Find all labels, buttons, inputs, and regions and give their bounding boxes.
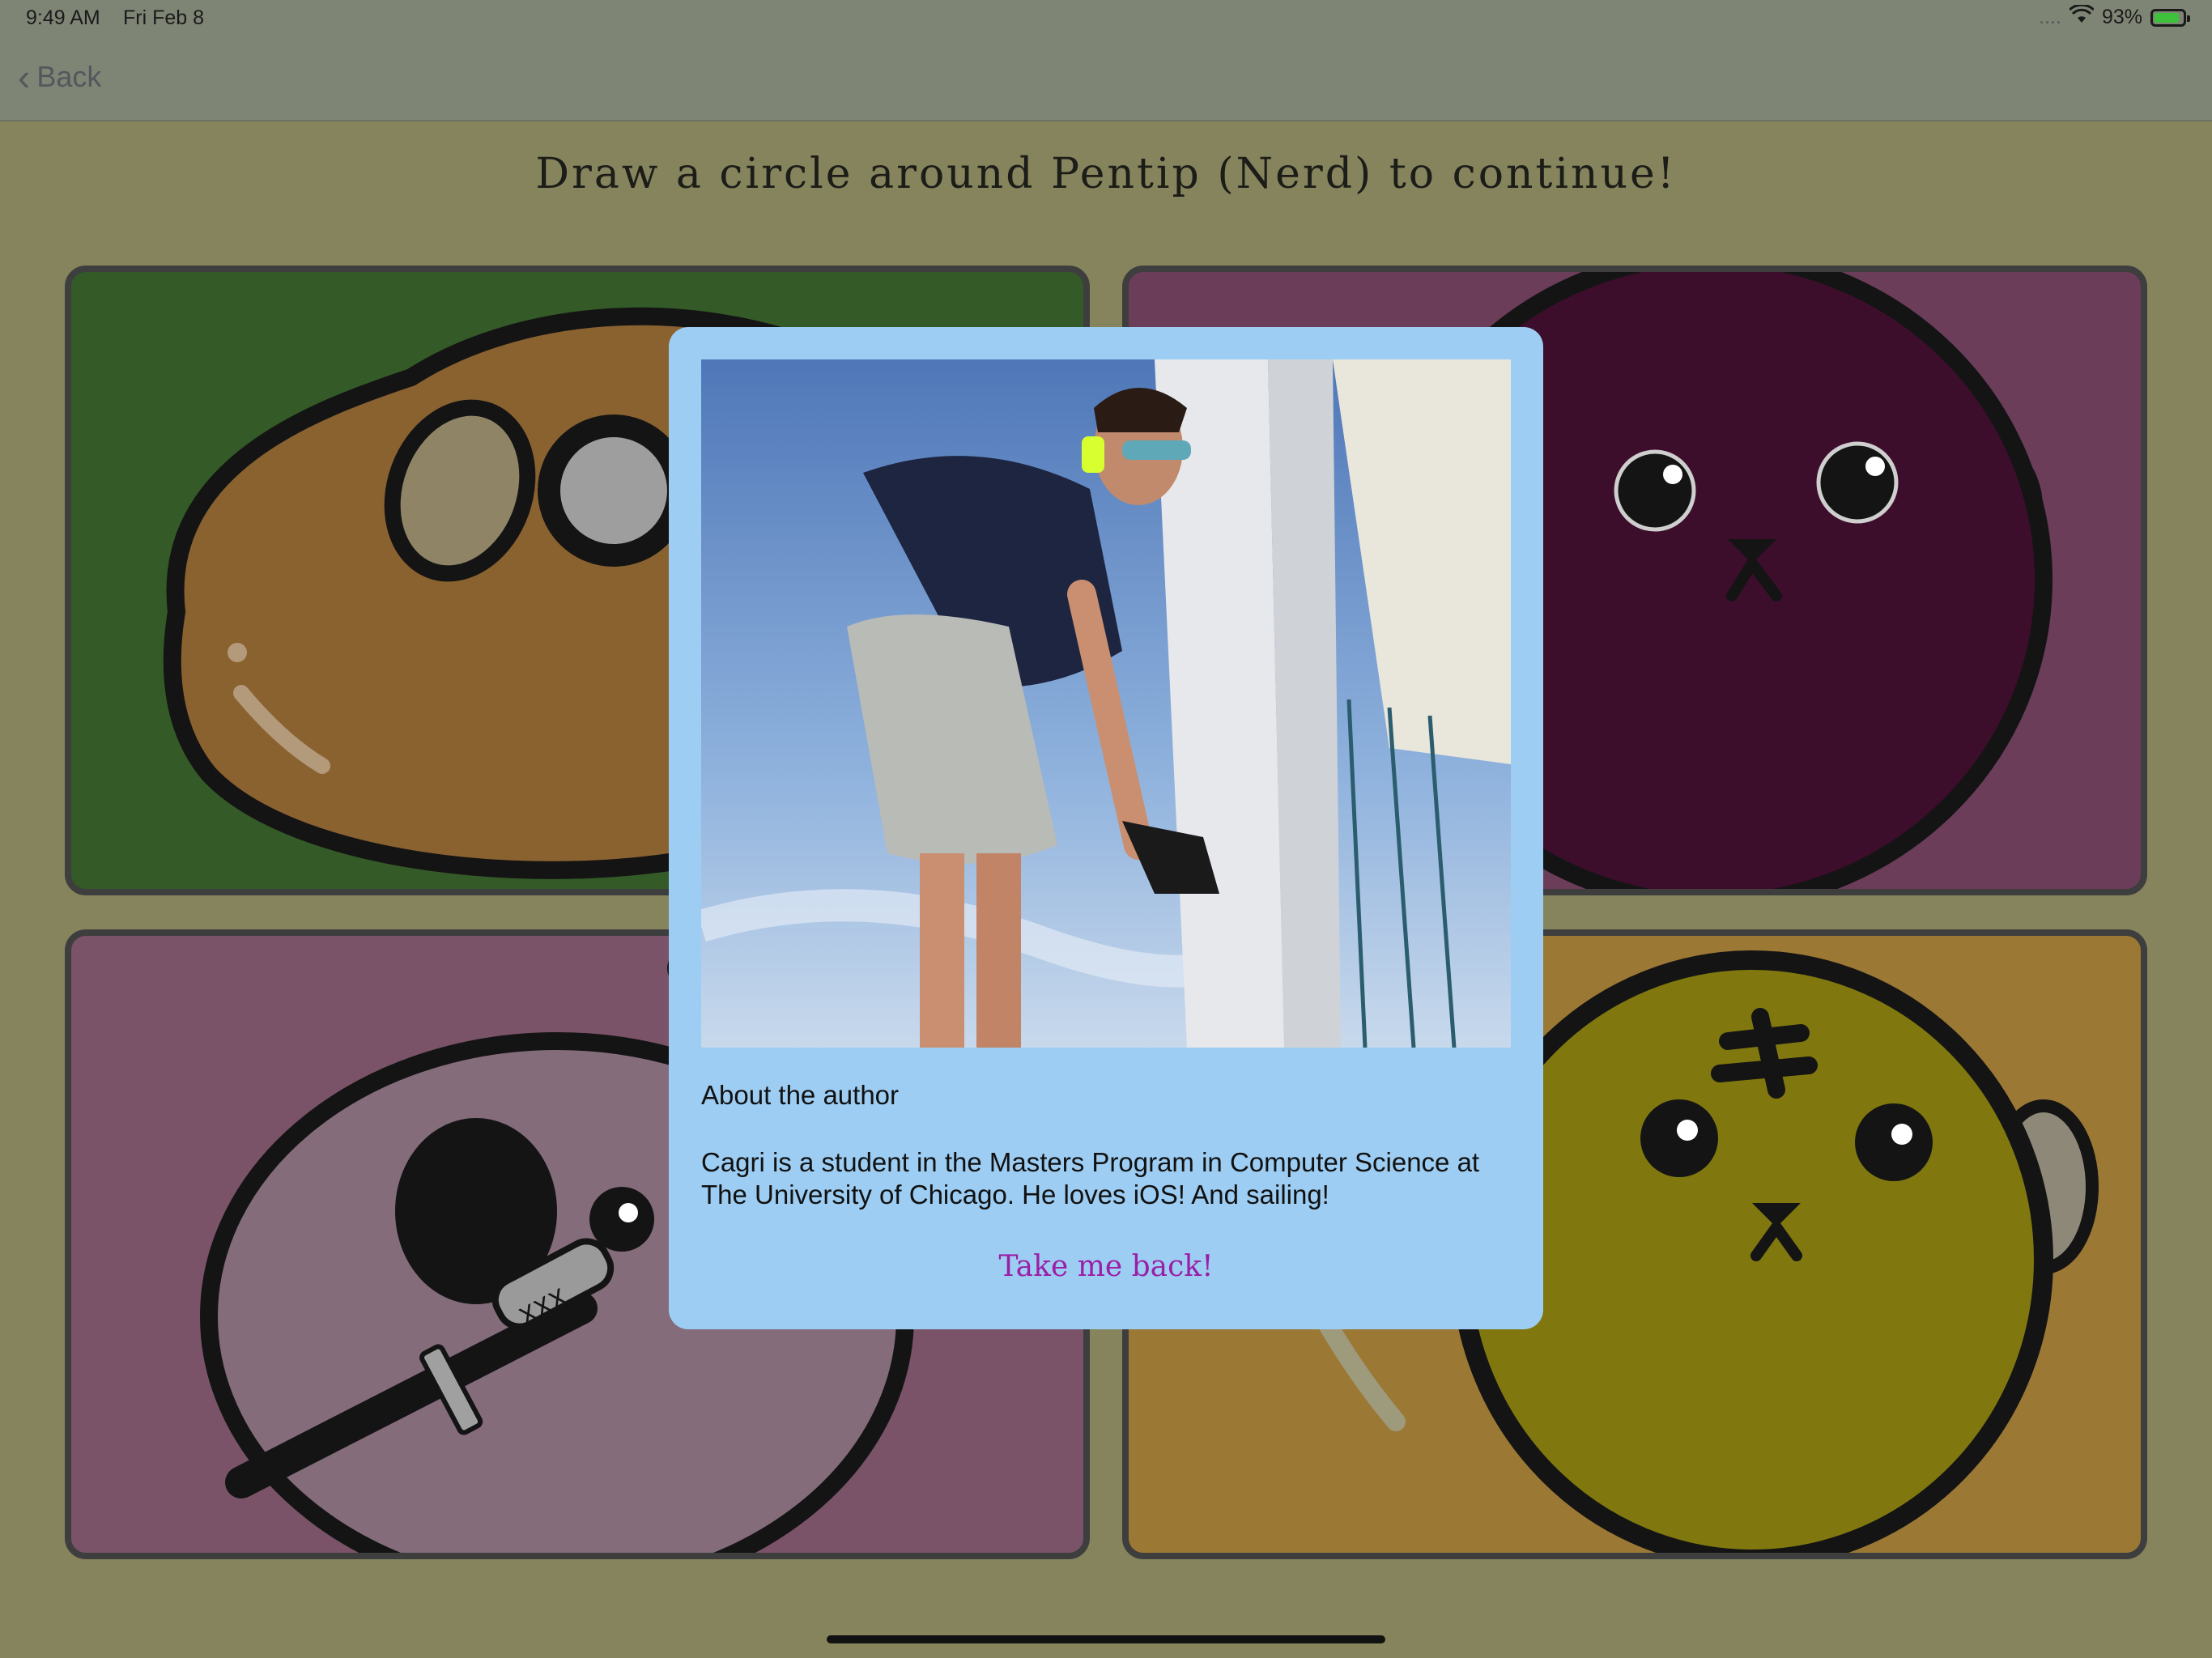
battery-icon xyxy=(2150,8,2190,27)
chevron-left-icon: ‹ xyxy=(18,56,31,98)
wifi-icon xyxy=(2068,3,2095,30)
author-photo xyxy=(701,359,1511,1048)
about-title: About the author xyxy=(701,1080,900,1110)
about-author-modal: About the author Cagri is a student in t… xyxy=(669,327,1543,1329)
battery-fill xyxy=(2155,12,2179,23)
status-time: 9:49 AM xyxy=(26,6,100,29)
battery-percent: 93% xyxy=(2101,6,2142,28)
status-date: Fri Feb 8 xyxy=(123,6,205,29)
status-right: .... 93% xyxy=(2039,3,2190,30)
signal-icon: .... xyxy=(2039,6,2061,28)
instruction-text: Draw a circle around Pentip (Nerd) to co… xyxy=(535,150,1677,198)
about-body: Cagri is a student in the Masters Progra… xyxy=(701,1147,1480,1209)
back-button[interactable]: ‹ Back xyxy=(18,58,101,96)
navigation-bar: ‹ Back xyxy=(0,39,2212,121)
home-indicator[interactable] xyxy=(827,1635,1385,1643)
status-bar: 9:49 AM Fri Feb 8 .... 93% xyxy=(0,0,2212,39)
take-me-back-button[interactable]: Take me back! xyxy=(669,1250,1543,1283)
back-label: Back xyxy=(36,60,102,93)
